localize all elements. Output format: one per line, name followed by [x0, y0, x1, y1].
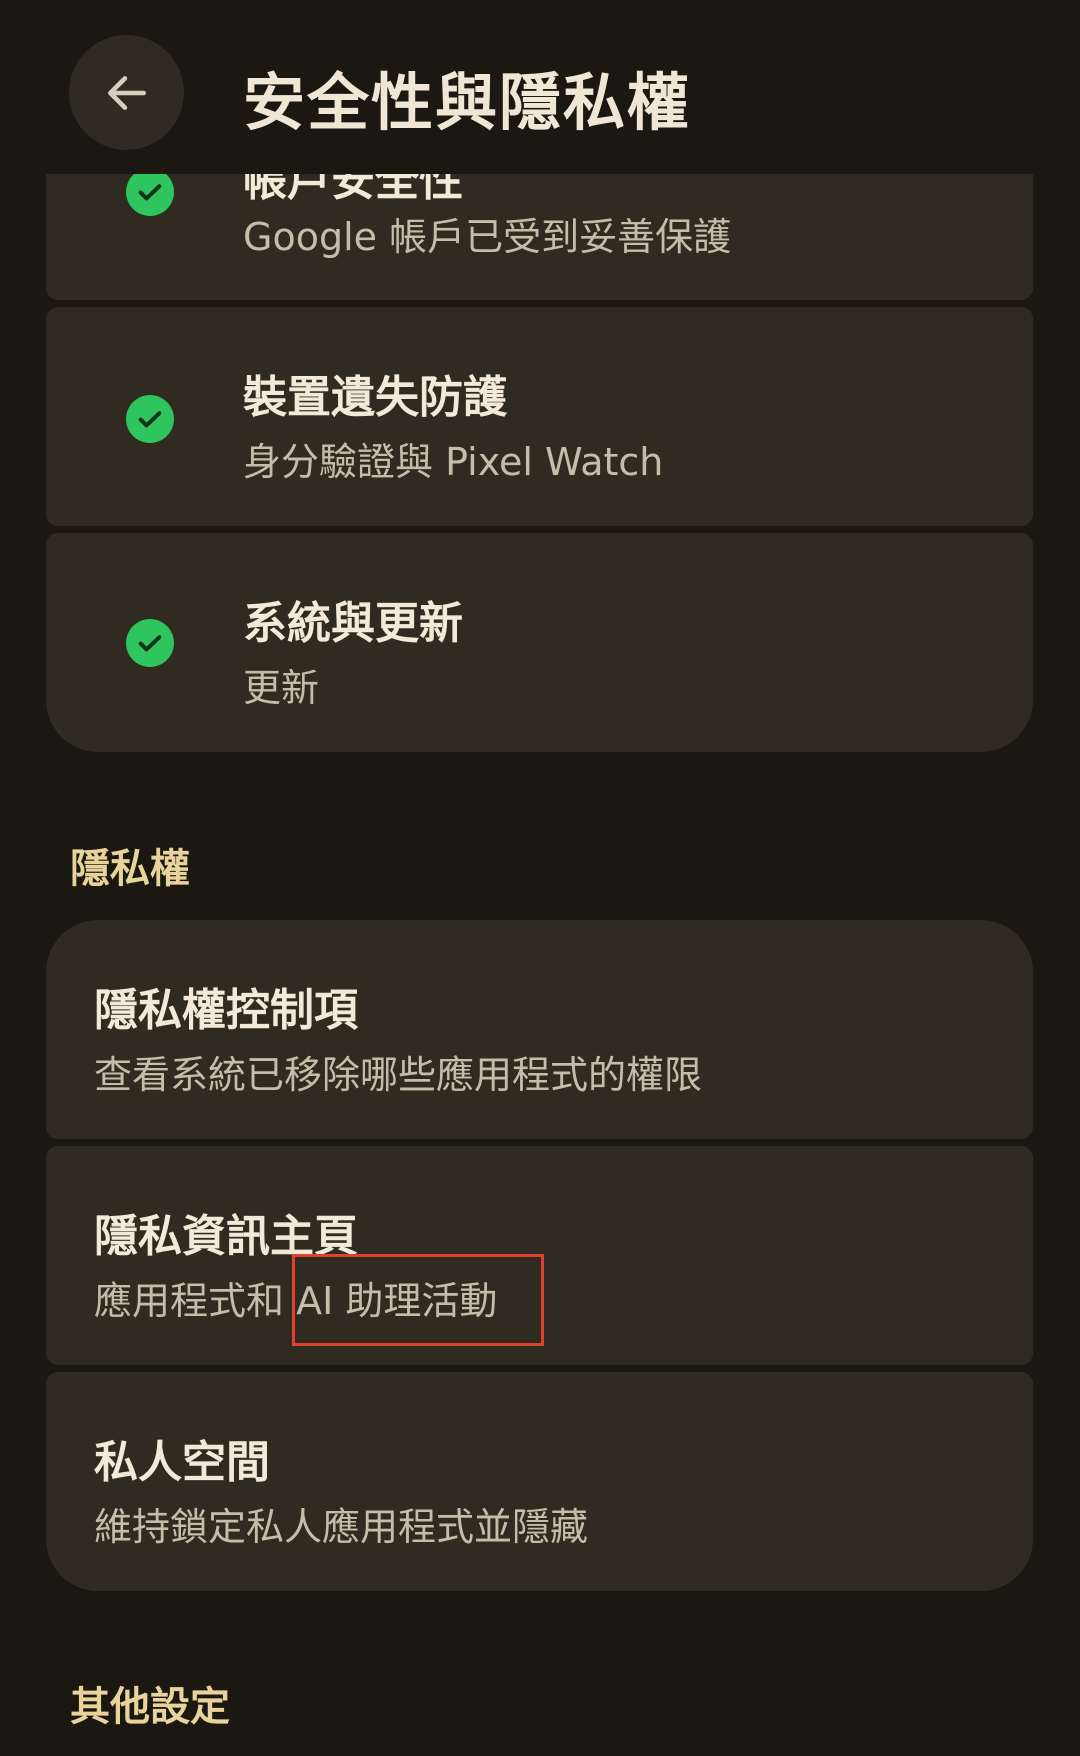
privacy-dashboard-title: 隱私資訊主頁 — [94, 1211, 358, 1262]
privacy-dashboard-card[interactable]: 隱私資訊主頁 應用程式和 AI 助理活動 — [46, 1146, 1033, 1365]
check-circle-icon — [126, 395, 174, 443]
page-title: 安全性與隱私權 — [243, 66, 692, 139]
privacy-dashboard-subtitle-prefix: 應用程式和 — [94, 1279, 285, 1323]
privacy-dashboard-subtitle-highlight: AI 助理活動 — [296, 1279, 498, 1323]
private-space-title: 私人空間 — [94, 1437, 270, 1488]
system-updates-title: 系統與更新 — [243, 598, 463, 649]
private-space-card[interactable]: 私人空間 維持鎖定私人應用程式並隱藏 — [46, 1372, 1033, 1591]
device-loss-protection-title: 裝置遺失防護 — [243, 372, 507, 423]
privacy-dashboard-subtitle: 應用程式和 AI 助理活動 — [94, 1270, 497, 1325]
system-updates-subtitle: 更新 — [243, 666, 320, 710]
check-circle-icon — [126, 168, 174, 216]
device-loss-protection-card[interactable]: 裝置遺失防護 身分驗證與 Pixel Watch — [46, 307, 1033, 526]
privacy-section-header: 隱私權 — [70, 846, 190, 892]
back-button[interactable] — [69, 35, 184, 150]
check-circle-icon — [126, 619, 174, 667]
privacy-controls-card[interactable]: 隱私權控制項 查看系統已移除哪些應用程式的權限 — [46, 920, 1033, 1139]
account-security-subtitle: Google 帳戶已受到妥善保護 — [243, 215, 732, 259]
arrow-back-icon — [102, 68, 152, 118]
privacy-controls-subtitle: 查看系統已移除哪些應用程式的權限 — [94, 1053, 703, 1097]
private-space-subtitle: 維持鎖定私人應用程式並隱藏 — [94, 1505, 589, 1549]
system-updates-card[interactable]: 系統與更新 更新 — [46, 533, 1033, 752]
device-loss-protection-subtitle: 身分驗證與 Pixel Watch — [243, 440, 664, 484]
other-settings-section-header: 其他設定 — [70, 1684, 230, 1730]
privacy-controls-title: 隱私權控制項 — [94, 985, 358, 1036]
top-app-bar: 安全性與隱私權 — [0, 0, 1080, 174]
